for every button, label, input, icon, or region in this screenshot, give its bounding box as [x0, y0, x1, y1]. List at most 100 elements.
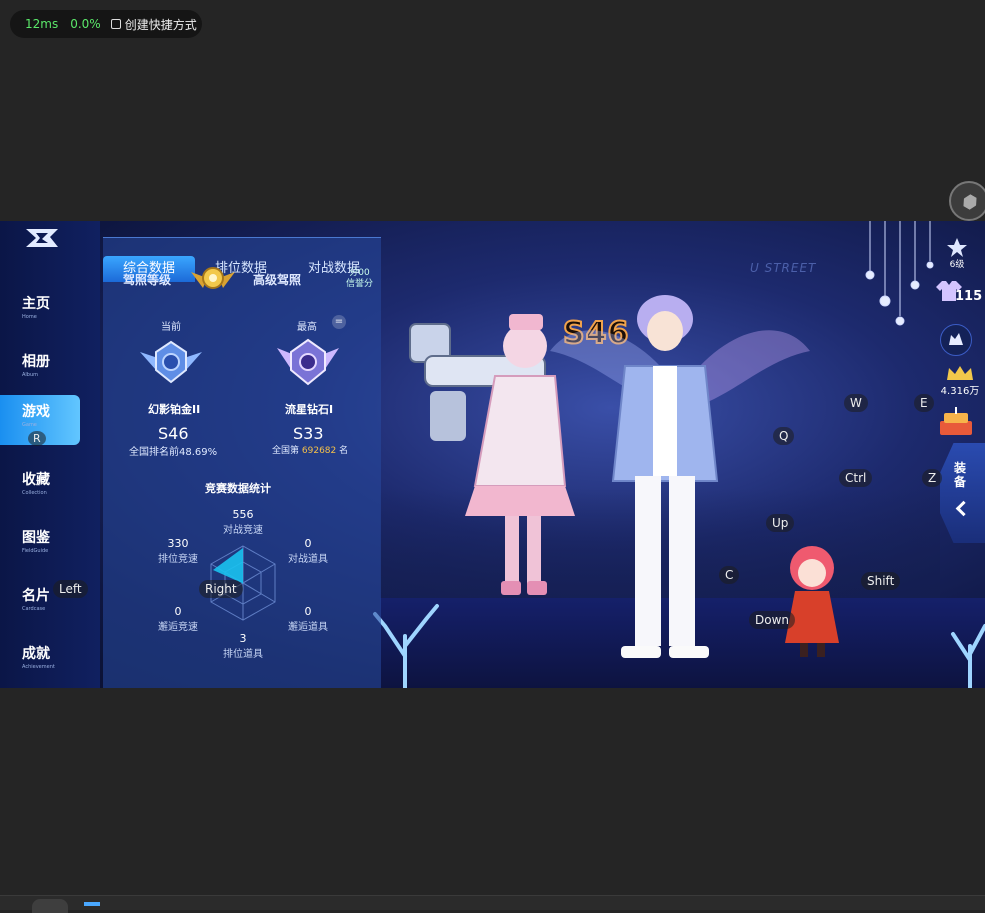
highest-rank-name: 流星钻石I — [285, 403, 334, 416]
app-logo — [22, 227, 60, 255]
stat-value: 0 — [304, 605, 312, 618]
current-rank-name: 幻影铂金II — [148, 403, 201, 416]
left-nav: 主页 Home 相册 Album 游戏 Game 收藏 Collection 图… — [0, 221, 100, 688]
coins-text: 4.316万 — [940, 386, 980, 397]
stat-label: 对战竞速 — [223, 525, 263, 536]
stats-title: 竞赛数据统计 — [205, 482, 271, 495]
star-level-icon — [947, 238, 967, 257]
nav-sublabel: Collection — [22, 490, 47, 496]
diamond-rank-badge-icon — [277, 338, 339, 386]
stat-label: 排位道具 — [223, 649, 263, 660]
stat-battle-speed: 556 对战竞速 — [220, 508, 266, 536]
stat-encounter-speed: 0 邂逅竞速 — [155, 605, 201, 633]
highest-season: S33 — [293, 424, 324, 443]
credit-score-value: 分00 — [349, 268, 370, 278]
stat-value: 0 — [304, 537, 312, 550]
pet-button[interactable] — [940, 324, 972, 356]
floating-menu-button[interactable] — [949, 181, 985, 221]
license-level-label: 驾照等级 — [123, 273, 172, 287]
nav-sublabel: Game — [22, 422, 37, 428]
nav-item-collection[interactable]: 收藏 Collection — [0, 463, 80, 513]
nav-item-achievement[interactable]: 成就 Achievement — [0, 637, 80, 687]
equipment-tab[interactable]: 装备 — [940, 443, 985, 543]
key-hint-ctrl[interactable]: Ctrl — [839, 469, 873, 487]
bottom-taskbar — [0, 895, 985, 913]
birthday-cake-button[interactable] — [936, 407, 976, 437]
outfit-count: 115 — [955, 289, 983, 304]
mecha-pet-character — [409, 314, 575, 595]
chibi-pet-character — [785, 546, 839, 657]
coral-right — [951, 624, 985, 688]
nav-label: 相册 — [22, 354, 50, 370]
logo-icon — [26, 229, 58, 247]
create-shortcut-label: 创建快捷方式 — [124, 17, 197, 32]
nav-sublabel: Achievement — [22, 664, 55, 670]
key-hint-e[interactable]: E — [914, 394, 934, 412]
wardrobe-button[interactable]: 115 — [936, 279, 985, 305]
stat-ranked-speed: 330 排位竞速 — [155, 537, 201, 565]
level-button[interactable]: 6级 — [942, 237, 972, 270]
nav-sublabel: Album — [22, 372, 39, 378]
nav-sublabel: Home — [22, 314, 37, 320]
nav-label: 主页 — [22, 296, 50, 312]
nav-sublabel: Cardcase — [22, 606, 46, 612]
license-emblem-icon — [191, 267, 235, 289]
nav-label: 收藏 — [22, 472, 50, 488]
stat-encounter-item: 0 邂逅道具 — [285, 605, 331, 633]
nav-label: 成就 — [22, 646, 50, 662]
taskbar-app-icon[interactable] — [32, 899, 68, 913]
key-hint-z[interactable]: Z — [922, 469, 943, 487]
platinum-rank-badge-icon — [140, 340, 202, 384]
current-national-rank: 全国排名前48.69% — [129, 443, 217, 458]
key-hint-right[interactable]: Right — [199, 580, 243, 598]
stat-value: 0 — [174, 605, 182, 618]
stat-battle-item: 0 对战道具 — [285, 537, 331, 565]
status-pill: 12ms 0.0% 创建快捷方式 — [10, 10, 202, 38]
nav-item-album[interactable]: 相册 Album — [0, 345, 80, 395]
key-hint-c[interactable]: C — [719, 566, 740, 584]
stat-label: 对战道具 — [288, 554, 328, 565]
highest-national-rank: 全国第 692682 名 — [272, 443, 348, 456]
key-hint-q[interactable]: Q — [773, 427, 795, 445]
credit-score: 分00 信誉分 — [346, 268, 373, 290]
key-hint-left[interactable]: Left — [53, 580, 88, 598]
street-watermark: U STREET — [750, 261, 817, 275]
radar-fill — [213, 548, 243, 584]
current-rank-percent: 全国排名前48.69% — [129, 447, 218, 458]
key-hint-w[interactable]: W — [844, 394, 868, 412]
stat-value: 3 — [239, 632, 247, 645]
nav-label: 图鉴 — [22, 530, 50, 546]
hexagon-icon — [960, 192, 979, 211]
player-avatar-character — [611, 295, 719, 658]
menu-icon[interactable]: = — [332, 315, 346, 329]
nav-sublabel: FieldGuide — [22, 548, 49, 554]
moon-decoration — [588, 245, 605, 279]
nav-label: 名片 — [22, 588, 50, 604]
license-level-value: 高级驾照 — [253, 273, 302, 287]
cake-icon — [940, 407, 972, 435]
create-shortcut-button[interactable]: 创建快捷方式 — [110, 16, 197, 33]
key-hint-r[interactable]: R — [28, 431, 46, 446]
game-viewport[interactable]: U STREET 主页 Home 相册 Album 游戏 Game 收藏 Col… — [0, 221, 985, 688]
stat-label: 排位竞速 — [158, 554, 198, 565]
nav-item-fieldguide[interactable]: 图鉴 FieldGuide — [0, 521, 80, 571]
current-label: 当前 — [161, 322, 181, 333]
highest-rank-prefix: 全国第 — [272, 446, 300, 456]
level-text: 6级 — [949, 260, 965, 270]
nav-item-home[interactable]: 主页 Home — [0, 287, 80, 337]
pet-icon — [949, 333, 963, 345]
stat-ranked-item: 3 排位道具 — [220, 632, 266, 660]
key-hint-down[interactable]: Down — [749, 611, 796, 629]
highest-rank-number: 692682 — [301, 446, 337, 456]
key-hint-shift[interactable]: Shift — [861, 572, 901, 590]
crown-icon — [947, 366, 973, 380]
chevron-left-icon — [955, 500, 972, 517]
key-hint-up[interactable]: Up — [766, 514, 795, 532]
equipment-label: 装备 — [954, 461, 967, 489]
stats-panel: 综合数据 排位数据 对战数据 驾照等级 高级驾照 分00 信誉分 当前 最高 =… — [103, 237, 381, 688]
nav-label: 游戏 — [22, 404, 50, 420]
right-toolbar: 6级 115 4.316万 — [928, 221, 985, 451]
highest-label: 最高 — [297, 322, 317, 333]
coins-button[interactable]: 4.316万 — [936, 364, 984, 397]
taskbar-app-icon[interactable] — [84, 902, 100, 906]
